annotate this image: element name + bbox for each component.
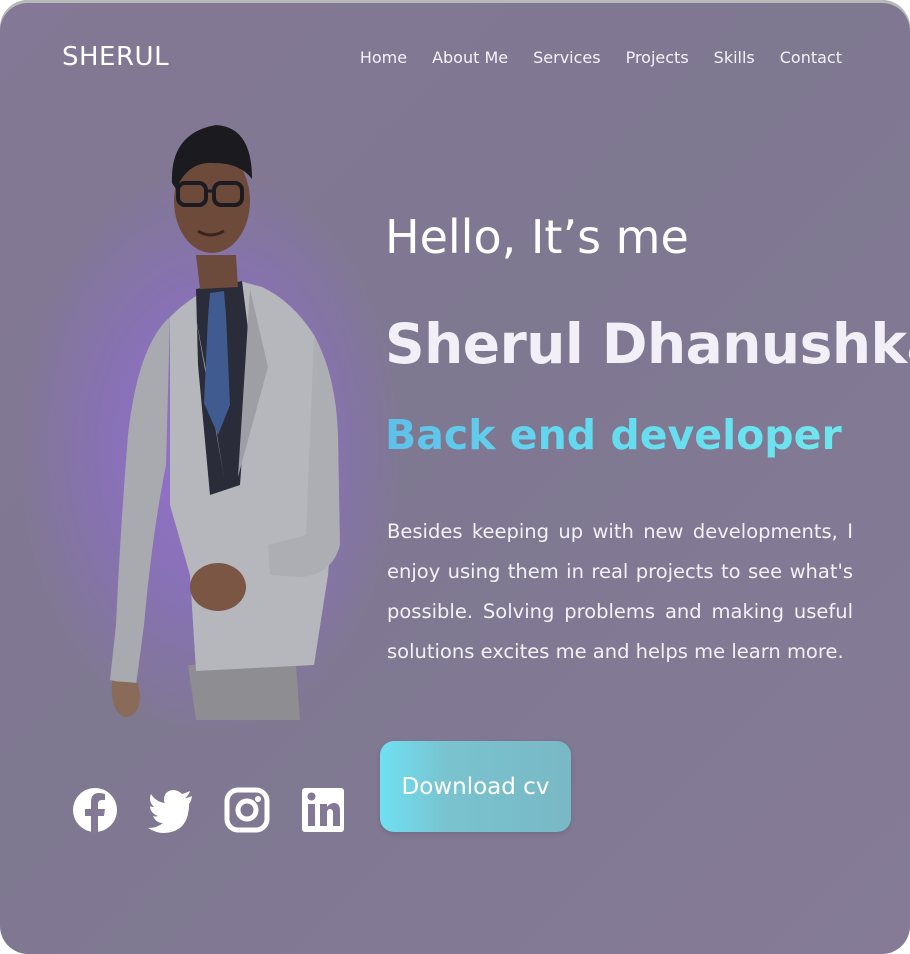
social-links — [72, 778, 346, 842]
hero-greeting: Hello, It’s me — [385, 210, 689, 264]
nav-about-me[interactable]: About Me — [432, 48, 508, 67]
facebook-icon[interactable] — [72, 778, 118, 842]
page-frame: SHERUL Home About Me Services Projects S… — [0, 0, 910, 954]
nav-home[interactable]: Home — [360, 48, 407, 67]
download-cv-button[interactable]: Download cv — [380, 741, 571, 832]
nav-services[interactable]: Services — [533, 48, 600, 67]
twitter-icon[interactable] — [148, 778, 194, 842]
instagram-icon[interactable] — [224, 778, 270, 842]
linkedin-icon[interactable] — [300, 778, 346, 842]
hero-name: Sherul Dhanushka — [385, 312, 910, 376]
profile-photo — [110, 125, 340, 720]
hero-description: Besides keeping up with new developments… — [387, 520, 853, 663]
main-nav: Home About Me Services Projects Skills C… — [360, 48, 842, 67]
nav-projects[interactable]: Projects — [626, 48, 689, 67]
site-logo[interactable]: SHERUL — [62, 42, 169, 72]
nav-skills[interactable]: Skills — [714, 48, 755, 67]
nav-contact[interactable]: Contact — [780, 48, 842, 67]
hero-role: Back end developer — [385, 411, 842, 459]
